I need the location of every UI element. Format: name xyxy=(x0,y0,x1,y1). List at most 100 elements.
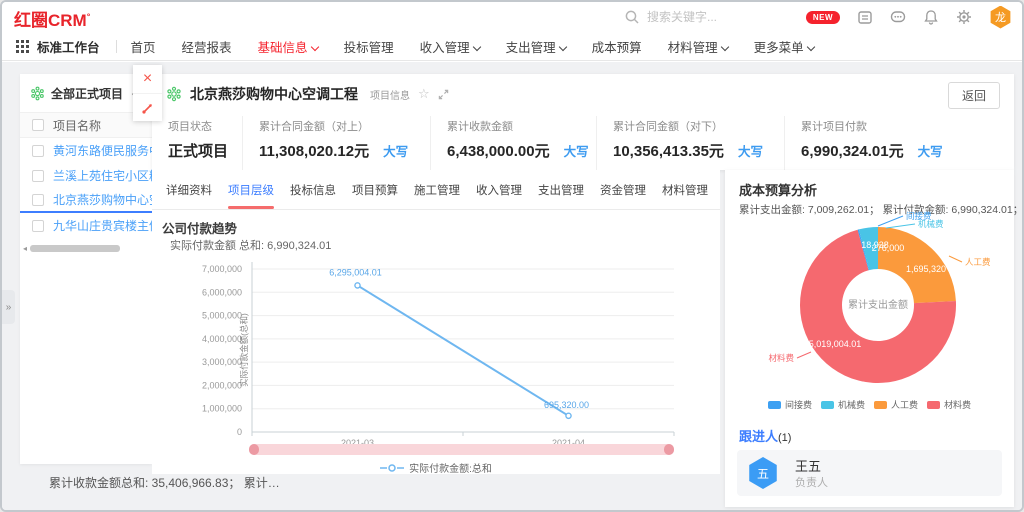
legend-item-indirect[interactable]: 间接费 xyxy=(768,398,812,411)
stat-received-amount: 累计收款金额 6,438,000.00元大写 xyxy=(430,116,596,170)
project-link[interactable]: 兰溪上苑住宅小区精装修... xyxy=(53,167,152,184)
select-all-checkbox[interactable] xyxy=(32,119,44,131)
stat-value: 6,990,324.01元 xyxy=(801,143,904,160)
follower-avatar: 五 xyxy=(747,457,779,489)
nav-item-reports[interactable]: 经营报表 xyxy=(182,37,232,56)
project-filter-label: 全部正式项目 xyxy=(51,85,123,102)
zoom-handle-left[interactable] xyxy=(249,444,259,455)
row-checkbox[interactable] xyxy=(32,220,44,232)
horizontal-scrollbar[interactable]: ◂ xyxy=(20,245,152,253)
legend-item-machinery[interactable]: 机械费 xyxy=(821,398,865,411)
svg-text:实际付款金额(总和): 实际付款金额(总和) xyxy=(239,313,249,387)
project-row[interactable]: 黄河东路便民服务中心幕... xyxy=(20,138,152,163)
row-checkbox[interactable] xyxy=(32,170,44,182)
stat-contract-amount-up: 累计合同金额（对上） 11,308,020.12元大写 xyxy=(242,116,430,170)
panel-expander-handle[interactable]: » xyxy=(2,290,15,324)
tab-project-budget[interactable]: 项目预算 xyxy=(352,170,398,209)
nav-item-home[interactable]: 首页 xyxy=(131,37,156,56)
daxie-link[interactable]: 大写 xyxy=(738,145,763,159)
donut-legend: 间接费 机械费 人工费 材料费 xyxy=(725,398,1014,411)
nav-item-basic-info[interactable]: 基础信息 xyxy=(258,37,318,56)
column-header-label: 项目名称 xyxy=(53,117,101,134)
project-link[interactable]: 黄河东路便民服务中心幕... xyxy=(53,142,152,159)
legend-label: 人工费 xyxy=(891,398,918,411)
global-search-input[interactable]: 搜索关键字... xyxy=(624,8,814,25)
messages-icon[interactable] xyxy=(890,9,906,25)
notes-icon[interactable] xyxy=(857,9,873,25)
tab-project-hierarchy[interactable]: 项目层级 xyxy=(228,170,274,209)
close-overlay-button[interactable]: × xyxy=(133,65,162,93)
scroll-left-arrow-icon[interactable]: ◂ xyxy=(23,244,27,253)
legend-series-label: 实际付款金额:总和 xyxy=(409,460,492,475)
nav-item-cost-budget[interactable]: 成本预算 xyxy=(592,37,642,56)
project-link[interactable]: 九华山庄贵宾楼主体工程 xyxy=(53,217,152,234)
nav-item-more-menu[interactable]: 更多菜单 xyxy=(754,37,814,56)
row-checkbox[interactable] xyxy=(32,194,44,206)
back-button[interactable]: 返回 xyxy=(948,82,1000,109)
daxie-link[interactable]: 大写 xyxy=(918,145,943,159)
nav-item-expense[interactable]: 支出管理 xyxy=(506,37,566,56)
follower-role: 负责人 xyxy=(795,474,828,490)
project-link[interactable]: 北京燕莎购物中心空调工程 xyxy=(53,191,152,208)
legend-swatch xyxy=(821,401,834,409)
chart-zoom-slider[interactable] xyxy=(249,444,674,455)
nav-item-materials-label: 材料管理 xyxy=(668,41,718,55)
project-row[interactable]: 兰溪上苑住宅小区精装修... xyxy=(20,163,152,188)
project-row[interactable]: 九华山庄贵宾楼主体工程 xyxy=(20,213,152,238)
user-avatar[interactable]: 龙 xyxy=(989,6,1012,29)
app-logo-degree: ° xyxy=(87,11,91,21)
legend-label: 材料费 xyxy=(944,398,971,411)
notifications-icon[interactable] xyxy=(923,9,939,25)
svg-text:276,000: 276,000 xyxy=(872,243,905,253)
tab-bid-info[interactable]: 投标信息 xyxy=(290,170,336,209)
stat-project-status: 项目状态 正式项目 xyxy=(152,116,242,170)
settings-gear-icon[interactable] xyxy=(956,9,972,25)
nav-item-bidding[interactable]: 投标管理 xyxy=(344,37,394,56)
stat-value: 6,438,000.00元 xyxy=(447,143,550,160)
apps-grid-icon[interactable] xyxy=(16,40,29,53)
expand-overlay-button[interactable] xyxy=(133,93,162,121)
legend-item-materials[interactable]: 材料费 xyxy=(927,398,971,411)
user-avatar-text: 龙 xyxy=(995,9,1006,25)
followers-count: (1) xyxy=(778,432,791,444)
svg-text:1,695,320: 1,695,320 xyxy=(906,264,946,274)
panel-title: 成本预算分析 xyxy=(739,180,817,199)
nav-item-expense-label: 支出管理 xyxy=(506,41,556,55)
chevron-down-icon xyxy=(558,42,566,50)
zoom-handle-right[interactable] xyxy=(664,444,674,455)
svg-text:2,000,000: 2,000,000 xyxy=(202,380,242,390)
tab-construction[interactable]: 施工管理 xyxy=(414,170,460,209)
tab-expense[interactable]: 支出管理 xyxy=(538,170,584,209)
legend-line-marker xyxy=(380,463,404,473)
app-logo[interactable]: 红圈CRM° xyxy=(14,6,90,31)
tab-funds[interactable]: 资金管理 xyxy=(600,170,646,209)
row-checkbox[interactable] xyxy=(32,145,44,157)
topbar: 红圈CRM° 搜索关键字... NEW 龙 xyxy=(2,2,1022,32)
chevron-down-icon xyxy=(806,42,814,50)
project-row-selected[interactable]: 北京燕莎购物中心空调工程 xyxy=(20,188,152,213)
nav-item-income[interactable]: 收入管理 xyxy=(420,37,480,56)
stat-label: 累计合同金额（对上） xyxy=(259,118,430,134)
follower-card[interactable]: 五 王五 负责人 xyxy=(737,450,1002,496)
svg-text:1,000,000: 1,000,000 xyxy=(202,404,242,414)
favorite-star-icon[interactable]: ☆ xyxy=(418,86,430,102)
svg-text:累计支出金额: 累计支出金额 xyxy=(848,298,908,311)
resize-icon[interactable] xyxy=(438,89,449,100)
daxie-link[interactable]: 大写 xyxy=(383,145,408,159)
nav-item-materials[interactable]: 材料管理 xyxy=(668,37,728,56)
tab-materials[interactable]: 材料管理 xyxy=(662,170,708,209)
stat-label: 累计收款金额 xyxy=(447,118,596,134)
hscroll-thumb[interactable] xyxy=(30,245,120,252)
tab-income[interactable]: 收入管理 xyxy=(476,170,522,209)
svg-text:0: 0 xyxy=(237,427,242,437)
chart-legend[interactable]: 实际付款金额:总和 xyxy=(152,460,720,475)
topbar-actions: NEW 龙 xyxy=(806,2,1012,32)
daxie-link[interactable]: 大写 xyxy=(564,145,589,159)
svg-text:5,019,004.01: 5,019,004.01 xyxy=(809,339,862,349)
page-title: 北京燕莎购物中心空调工程 xyxy=(190,84,358,104)
payment-trend-line-chart: 01,000,0002,000,0003,000,0004,000,0005,0… xyxy=(152,250,720,446)
legend-item-labor[interactable]: 人工费 xyxy=(874,398,918,411)
tab-detail-info[interactable]: 详细资料 xyxy=(166,170,212,209)
workspace-switcher[interactable]: 标准工作台 xyxy=(37,37,100,56)
chevron-down-icon xyxy=(310,42,318,50)
